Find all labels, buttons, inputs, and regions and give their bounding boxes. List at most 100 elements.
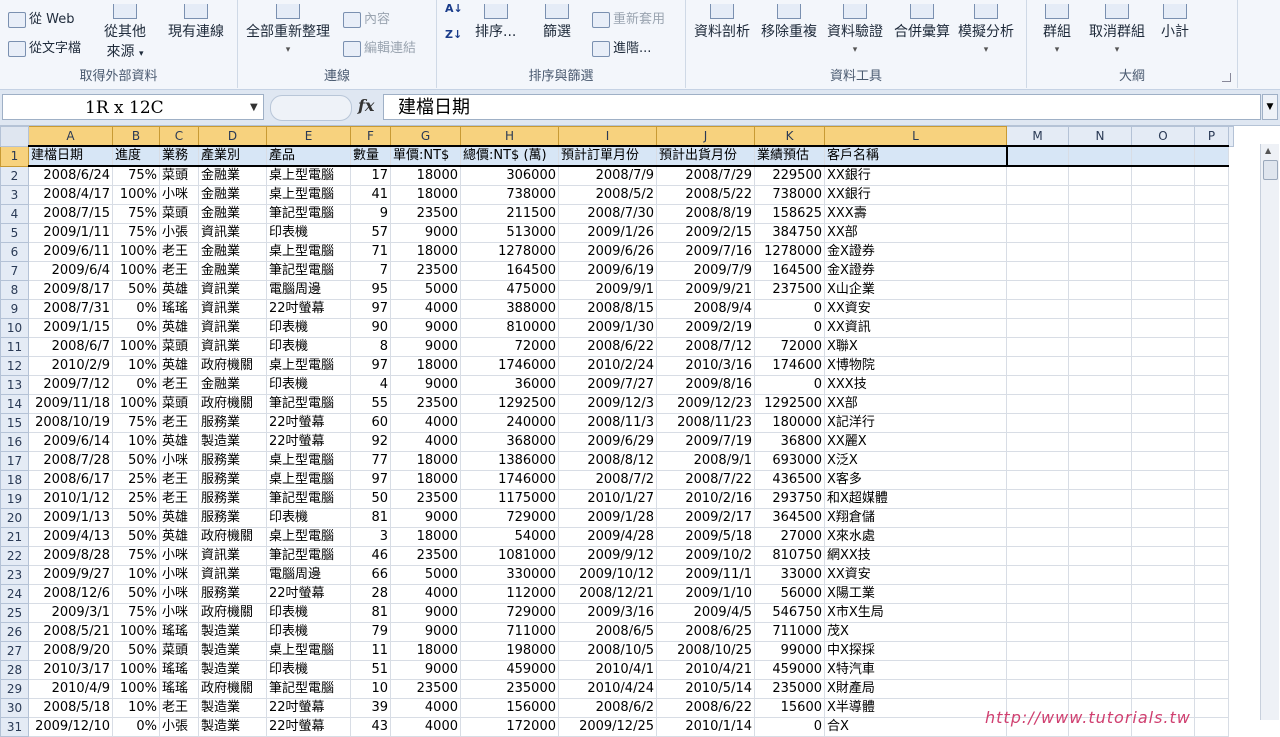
column-header-e[interactable]: E: [266, 126, 351, 147]
row-header[interactable]: 16: [0, 432, 29, 452]
empty-cell[interactable]: [1006, 546, 1069, 566]
cell[interactable]: 50%: [112, 641, 160, 661]
cell[interactable]: 菜頭: [159, 337, 199, 357]
cell[interactable]: 印表機: [266, 603, 351, 623]
cell[interactable]: 政府機關: [198, 527, 267, 547]
empty-cell[interactable]: [1006, 527, 1069, 547]
header-cell[interactable]: 進度: [112, 145, 160, 167]
cell[interactable]: 桌上型電腦: [266, 185, 351, 205]
cell[interactable]: 2008/6/22: [558, 337, 657, 357]
row-header[interactable]: 30: [0, 698, 29, 718]
cell[interactable]: 198000: [460, 641, 559, 661]
cell[interactable]: 2009/7/19: [656, 432, 755, 452]
cell[interactable]: 2008/9/1: [656, 451, 755, 471]
cell[interactable]: 18000: [390, 470, 461, 490]
existing-connections-button[interactable]: 現有連線: [168, 4, 224, 41]
cell[interactable]: 2009/1/26: [558, 223, 657, 243]
cell[interactable]: 436500: [754, 470, 825, 490]
cell[interactable]: 0: [754, 717, 825, 737]
cell[interactable]: 0: [754, 318, 825, 338]
empty-cell[interactable]: [1068, 679, 1132, 699]
empty-cell[interactable]: [1131, 470, 1195, 490]
cell[interactable]: 2008/6/5: [558, 622, 657, 642]
cell[interactable]: XX部: [824, 394, 1007, 414]
empty-cell[interactable]: [1006, 242, 1069, 262]
empty-cell[interactable]: [1194, 394, 1229, 414]
empty-cell[interactable]: [1068, 470, 1132, 490]
row-header[interactable]: 7: [0, 261, 29, 281]
cell[interactable]: 服務業: [198, 413, 267, 433]
cell[interactable]: 693000: [754, 451, 825, 471]
cell[interactable]: 2009/7/12: [28, 375, 113, 395]
empty-cell[interactable]: [1131, 451, 1195, 471]
cell[interactable]: 2009/6/14: [28, 432, 113, 452]
empty-cell[interactable]: [1068, 641, 1132, 661]
cell[interactable]: 2010/1/12: [28, 489, 113, 509]
empty-cell[interactable]: [1006, 451, 1069, 471]
cell[interactable]: 2008/11/3: [558, 413, 657, 433]
empty-cell[interactable]: [1068, 375, 1132, 395]
cell[interactable]: 桌上型電腦: [266, 451, 351, 471]
cell[interactable]: 2009/3/16: [558, 603, 657, 623]
cell[interactable]: 2008/6/25: [656, 622, 755, 642]
cell[interactable]: 92: [350, 432, 391, 452]
cell[interactable]: 97: [350, 470, 391, 490]
column-header-n[interactable]: N: [1068, 126, 1132, 147]
cell[interactable]: 23500: [390, 204, 461, 224]
cell[interactable]: 240000: [460, 413, 559, 433]
cell[interactable]: 2010/2/24: [558, 356, 657, 376]
empty-cell[interactable]: [1068, 261, 1132, 281]
cell[interactable]: 老王: [159, 261, 199, 281]
cell[interactable]: 2008/7/31: [28, 299, 113, 319]
cell[interactable]: 5000: [390, 565, 461, 585]
scrollbar-thumb[interactable]: [1263, 160, 1278, 180]
cell[interactable]: 瑤瑤: [159, 299, 199, 319]
cell[interactable]: 英雄: [159, 508, 199, 528]
cell[interactable]: 2008/6/22: [656, 698, 755, 718]
cell[interactable]: 小咪: [159, 451, 199, 471]
header-cell[interactable]: 業績預估: [754, 145, 825, 167]
cell[interactable]: 製造業: [198, 622, 267, 642]
cell[interactable]: 合X: [824, 717, 1007, 737]
cell[interactable]: 56000: [754, 584, 825, 604]
cell[interactable]: 54000: [460, 527, 559, 547]
cell[interactable]: XX麗X: [824, 432, 1007, 452]
cell[interactable]: X泛X: [824, 451, 1007, 471]
cell[interactable]: 老王: [159, 489, 199, 509]
cell[interactable]: 0%: [112, 299, 160, 319]
cell[interactable]: 筆記型電腦: [266, 679, 351, 699]
row-header[interactable]: 4: [0, 204, 29, 224]
cell[interactable]: 810750: [754, 546, 825, 566]
empty-cell[interactable]: [1006, 622, 1069, 642]
empty-cell[interactable]: [1131, 204, 1195, 224]
cell[interactable]: 2009/9/27: [28, 565, 113, 585]
cell[interactable]: 27000: [754, 527, 825, 547]
cell[interactable]: 100%: [112, 185, 160, 205]
empty-cell[interactable]: [1068, 603, 1132, 623]
select-all-corner[interactable]: [0, 126, 29, 147]
cell[interactable]: 資訊業: [198, 565, 267, 585]
empty-cell[interactable]: [1006, 413, 1069, 433]
cell[interactable]: 1278000: [460, 242, 559, 262]
cell[interactable]: 36800: [754, 432, 825, 452]
cell[interactable]: 1386000: [460, 451, 559, 471]
row-header[interactable]: 15: [0, 413, 29, 433]
cell[interactable]: 2009/8/17: [28, 280, 113, 300]
empty-cell[interactable]: [1068, 660, 1132, 680]
cell[interactable]: 0: [754, 299, 825, 319]
cell[interactable]: 1746000: [460, 356, 559, 376]
cell[interactable]: 1292500: [754, 394, 825, 414]
empty-cell[interactable]: [1068, 432, 1132, 452]
empty-cell[interactable]: [1131, 280, 1195, 300]
cell[interactable]: 中X探採: [824, 641, 1007, 661]
cell[interactable]: 11: [350, 641, 391, 661]
reapply-button[interactable]: 重新套用: [592, 8, 665, 28]
cell[interactable]: 2008/8/19: [656, 204, 755, 224]
cell[interactable]: XX銀行: [824, 185, 1007, 205]
empty-cell[interactable]: [1194, 565, 1229, 585]
row-header[interactable]: 20: [0, 508, 29, 528]
cell[interactable]: 4: [350, 375, 391, 395]
formula-bar-handle[interactable]: [270, 95, 352, 121]
row-header[interactable]: 2: [0, 165, 29, 186]
cell[interactable]: 2009/7/16: [656, 242, 755, 262]
